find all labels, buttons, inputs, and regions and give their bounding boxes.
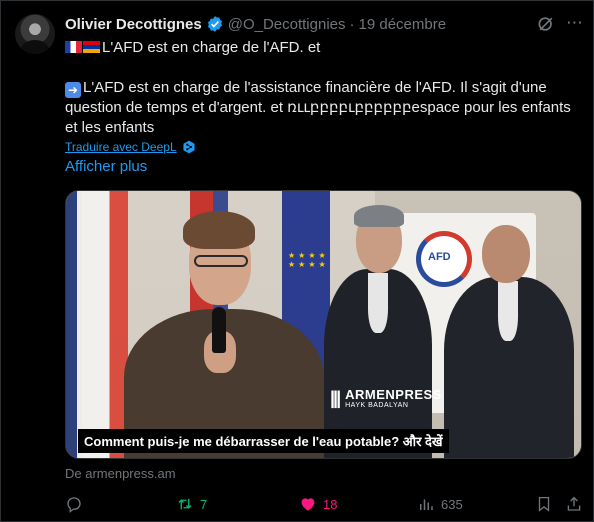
flag-france-icon — [65, 41, 82, 53]
show-more-link[interactable]: Afficher plus — [65, 158, 147, 175]
avatar-silhouette — [21, 40, 49, 54]
deepl-icon — [183, 140, 195, 154]
translate-link[interactable]: Traduire avec DeepL — [65, 140, 177, 154]
bookmark-icon — [538, 496, 550, 512]
retweet-button[interactable]: 7 — [176, 494, 207, 514]
tweet-text-line1: L'AFD est en charge de l'AFD. et — [65, 38, 580, 58]
eu-stars: ★★★★ ★★★★ — [288, 251, 329, 269]
person-right-shirt — [498, 281, 518, 341]
microphone-icon — [212, 307, 226, 353]
person-right-head — [482, 225, 530, 283]
person-middle-shirt — [368, 273, 388, 333]
grok-icon[interactable] — [536, 14, 556, 34]
watermark-brand: ARMENPRESS — [345, 387, 442, 402]
flag-armenia-icon — [83, 41, 100, 53]
translate-row: Traduire avec DeepL — [65, 140, 196, 154]
reply-button[interactable] — [65, 494, 83, 514]
like-button[interactable]: 18 — [299, 494, 337, 514]
like-count: 18 — [323, 496, 338, 512]
verified-badge-icon — [207, 16, 222, 32]
right-arrow-icon: ➜ — [65, 82, 81, 98]
views-button[interactable]: 635 — [417, 494, 463, 514]
more-options-icon[interactable]: ⋯ — [566, 14, 583, 34]
armenpress-watermark: ||| ARMENPRESS HAYK BADALYAN — [330, 387, 442, 409]
author-name[interactable]: Olivier Decottignes — [65, 16, 202, 33]
person-middle-hair — [354, 205, 404, 227]
tweet-header: Olivier Decottignes @O_Decottignies · 19… — [65, 14, 535, 34]
share-icon — [567, 496, 581, 511]
views-icon — [420, 499, 433, 510]
tweet-paragraph-text: L'AFD est en charge de l'assistance fina… — [65, 79, 571, 136]
speaker-glasses — [194, 255, 248, 267]
action-bar: 7 18 635 — [65, 494, 582, 516]
reply-icon — [67, 497, 81, 513]
bookmark-button[interactable] — [535, 494, 553, 514]
armenpress-logo-icon: ||| — [330, 387, 341, 408]
speaker-hair — [183, 211, 255, 249]
watermark-text: ARMENPRESS HAYK BADALYAN — [345, 387, 442, 409]
tweet-text-body: ➜ L'AFD est en charge de l'assistance fin… — [65, 78, 580, 138]
photo-caption: Comment puis-je me débarrasser de l'eau … — [78, 429, 449, 453]
separator-dot: · — [349, 15, 355, 33]
afd-logo-text: AFD — [428, 251, 451, 263]
photo-flag-france — [66, 191, 128, 458]
watermark-author: HAYK BADALYAN — [345, 402, 409, 409]
share-button[interactable] — [565, 494, 583, 514]
author-handle[interactable]: @O_Decottignies — [228, 16, 346, 33]
retweet-icon — [178, 498, 192, 510]
retweet-count: 7 — [200, 496, 208, 512]
avatar[interactable] — [15, 14, 55, 54]
tweet-line1-text: L'AFD est en charge de l'AFD. et — [102, 39, 321, 56]
tweet-date[interactable]: 19 décembre — [359, 16, 447, 33]
source-link[interactable]: De armenpress.am — [65, 466, 176, 481]
views-count: 635 — [441, 496, 463, 512]
tweet-photo[interactable]: ★★★★ ★★★★ AFD ||| ARMENPRESS HAYK BADALY… — [65, 190, 582, 459]
heart-icon — [301, 498, 315, 511]
